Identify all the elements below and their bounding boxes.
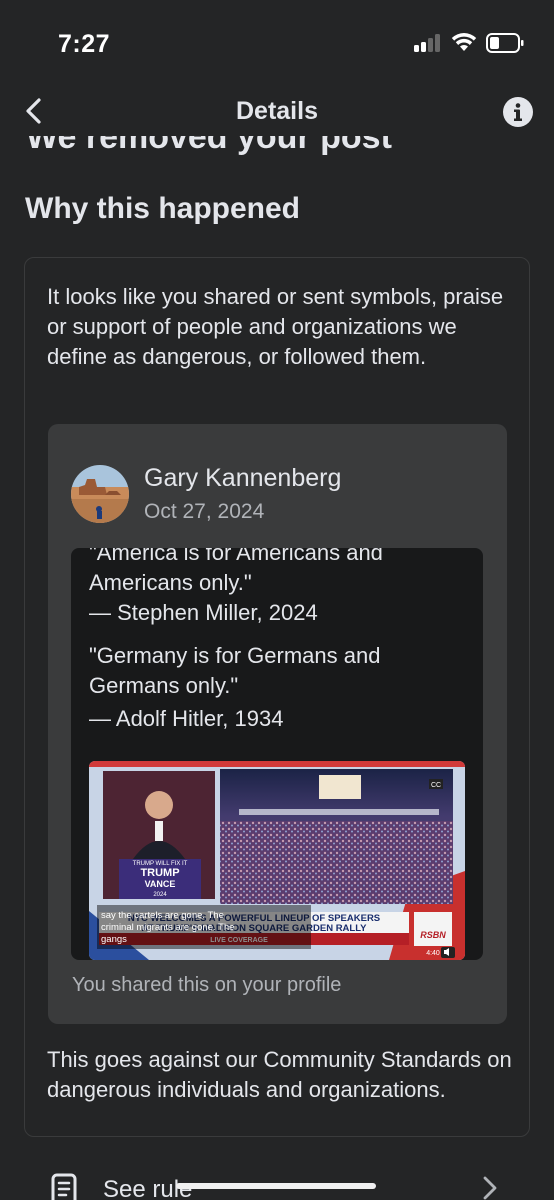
post-date: Oct 27, 2024 <box>144 500 265 523</box>
video-caption: say the cartels are gone. The <box>101 910 224 921</box>
mute-icon[interactable] <box>441 947 455 958</box>
video-thumbnail[interactable]: CC TRUMP WILL FIX IT TRUMP VANCE 2024 NY… <box>89 761 465 960</box>
shared-content: "America is for Americans and Americans … <box>71 548 483 960</box>
sign-text: 2024 <box>153 892 167 898</box>
status-time: 7:27 <box>58 30 111 58</box>
explanation-card: It looks like you shared or sent symbols… <box>24 257 530 1137</box>
video-timer: 4:40 <box>426 950 440 957</box>
sign-text: TRUMP <box>140 867 179 879</box>
home-indicator <box>176 1183 376 1189</box>
avatar <box>71 465 129 523</box>
cc-badge[interactable]: CC <box>431 782 441 789</box>
page-title: Details <box>236 97 318 125</box>
nav-bar: Details <box>0 88 554 136</box>
wifi-icon <box>451 33 477 51</box>
section-heading: Why this happened <box>25 192 301 225</box>
video-caption: criminal migrants are gone. The <box>101 922 234 933</box>
post-author: Gary Kannenberg <box>144 464 342 492</box>
network-logo: RSBN <box>420 930 446 940</box>
book-icon <box>51 1173 77 1200</box>
clipped-heading-wrap: We removed your post <box>0 136 554 162</box>
shared-note: You shared this on your profile <box>72 974 342 996</box>
info-icon[interactable] <box>502 96 534 128</box>
video-caption: gangs <box>101 934 127 945</box>
quote-line: Americans only." <box>89 570 252 595</box>
removed-post-heading: We removed your post <box>26 136 392 156</box>
video-frame: CC TRUMP WILL FIX IT TRUMP VANCE 2024 NY… <box>89 761 465 960</box>
sign-text: VANCE <box>145 879 176 889</box>
chevron-right-icon <box>483 1176 497 1200</box>
status-bar: 7:27 <box>0 0 554 88</box>
standards-text: This goes against our Community Standard… <box>47 1047 512 1102</box>
cellular-signal-icon <box>414 34 442 52</box>
quote-line: "Germany is for Germans and <box>89 643 381 668</box>
battery-icon <box>486 33 524 53</box>
reason-text: It looks like you shared or sent symbols… <box>47 284 504 369</box>
quote-line: — Stephen Miller, 2024 <box>89 600 318 625</box>
see-rule-row[interactable]: See rule <box>0 1160 554 1200</box>
quote-line: — Adolf Hitler, 1934 <box>89 706 284 731</box>
quote-line: Germans only." <box>89 673 239 698</box>
shared-post-preview[interactable]: Gary Kannenberg Oct 27, 2024 "America is… <box>48 424 507 1024</box>
quote-line: "America is for Americans and <box>89 548 383 565</box>
